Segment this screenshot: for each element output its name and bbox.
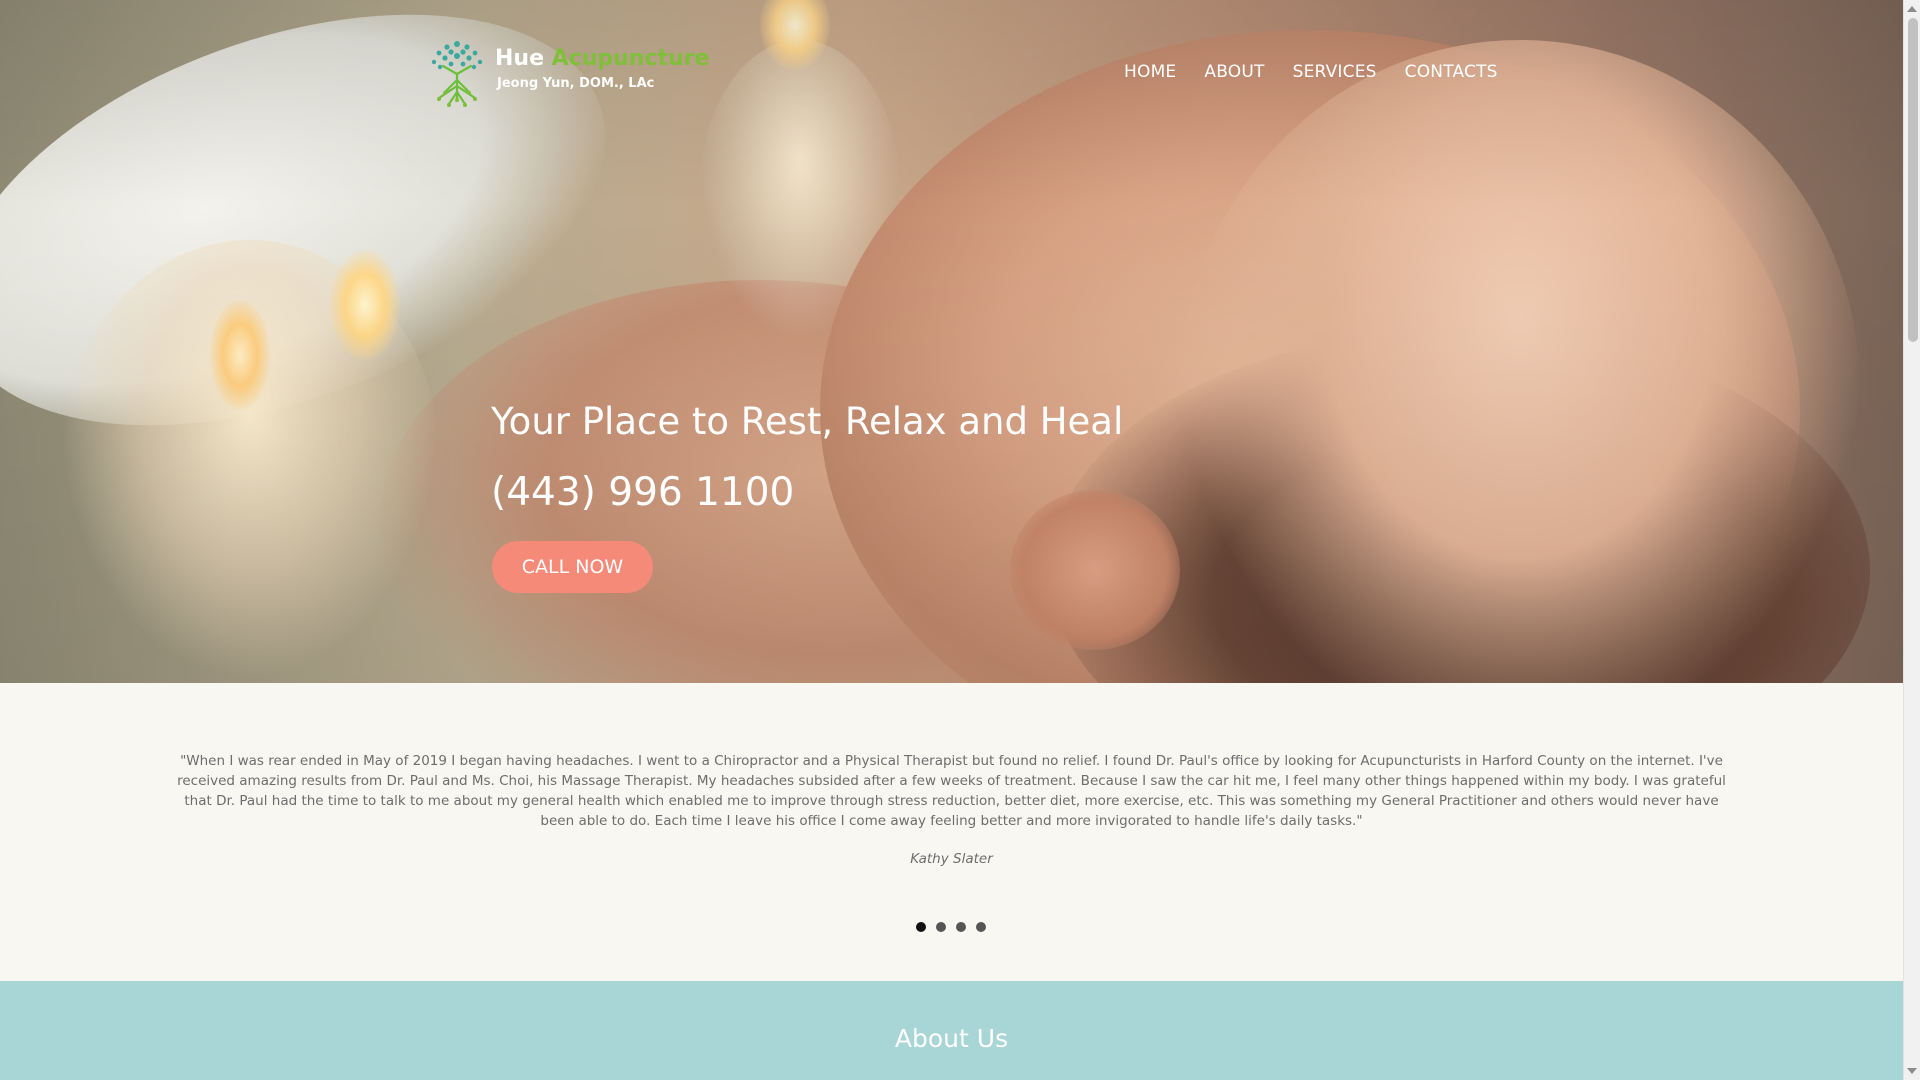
- call-now-button[interactable]: CALL NOW: [492, 541, 653, 593]
- logo-title-part2: Acupuncture: [551, 46, 710, 71]
- nav-services[interactable]: SERVICES: [1293, 62, 1377, 82]
- page: Hue Acupuncture Jeong Yun, DOM., LAc HOM…: [0, 0, 1903, 1080]
- main-nav: HOME ABOUT SERVICES CONTACTS: [1124, 62, 1498, 82]
- testimonial-author: Kathy Slater: [910, 851, 993, 867]
- tree-of-life-logo-icon: [431, 41, 483, 107]
- site-logo[interactable]: Hue Acupuncture Jeong Yun, DOM., LAc: [423, 36, 709, 112]
- hero-overlay: [0, 0, 1903, 683]
- nav-contacts[interactable]: CONTACTS: [1405, 62, 1498, 82]
- logo-subtitle: Jeong Yun, DOM., LAc: [497, 76, 655, 91]
- hero-phone: (443) 996 1100: [491, 470, 795, 515]
- vertical-scrollbar[interactable]: [1903, 0, 1920, 1080]
- scroll-down-arrow-icon[interactable]: [1907, 1068, 1917, 1074]
- logo-title: Hue Acupuncture: [495, 46, 709, 71]
- scrollbar-thumb[interactable]: [1908, 18, 1918, 342]
- slider-dot[interactable]: [956, 922, 966, 932]
- slider-dot[interactable]: [936, 922, 946, 932]
- logo-title-part1: Hue: [495, 46, 544, 71]
- testimonial-section: "When I was rear ended in May of 2019 I …: [0, 683, 1903, 981]
- about-title: About Us: [894, 1024, 1009, 1053]
- testimonial-quote: "When I was rear ended in May of 2019 I …: [177, 753, 1726, 829]
- slider-dots: [916, 922, 986, 932]
- nav-about[interactable]: ABOUT: [1204, 62, 1264, 82]
- about-section: About Us: [0, 981, 1903, 1080]
- slider-dot[interactable]: [916, 922, 926, 932]
- slider-dot[interactable]: [976, 922, 986, 932]
- hero-section: Hue Acupuncture Jeong Yun, DOM., LAc HOM…: [0, 0, 1903, 683]
- hero-title: Your Place to Rest, Relax and Heal: [491, 400, 1124, 443]
- scroll-up-arrow-icon[interactable]: [1907, 6, 1917, 12]
- nav-home[interactable]: HOME: [1124, 62, 1176, 82]
